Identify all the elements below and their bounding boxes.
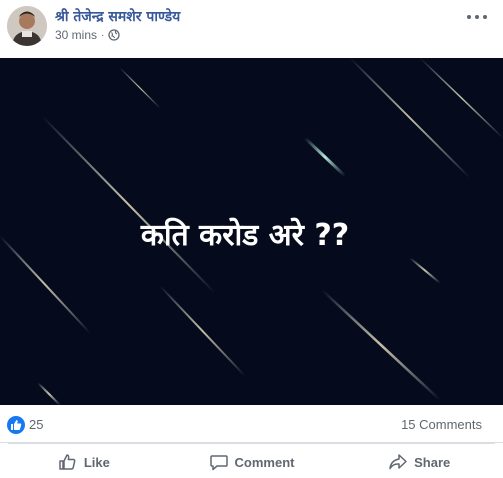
post-time[interactable]: 30 mins — [55, 28, 97, 42]
like-button[interactable]: Like — [0, 446, 168, 478]
like-icon — [59, 454, 76, 470]
post-header: श्री तेजेन्द्र समशेर पाण्डेय 30 mins · — [0, 0, 503, 58]
more-options-icon[interactable] — [467, 10, 487, 24]
globe-icon[interactable] — [108, 29, 121, 41]
share-label: Share — [414, 454, 451, 470]
post-meta: 30 mins · — [55, 28, 121, 42]
more-dot — [483, 15, 487, 19]
like-label: Like — [83, 454, 110, 470]
share-icon — [389, 454, 407, 470]
divider — [8, 443, 495, 444]
comments-count[interactable]: 15 Comments — [401, 417, 482, 432]
comment-button[interactable]: Comment — [168, 446, 336, 478]
author-avatar[interactable] — [7, 6, 47, 46]
more-dot — [475, 15, 479, 19]
image-caption-text: कति करोड अरे ?? — [140, 218, 350, 253]
share-button[interactable]: Share — [335, 446, 503, 478]
reaction-stats: 25 15 Comments — [0, 405, 503, 443]
like-count[interactable]: 25 — [29, 417, 43, 432]
meta-separator: · — [101, 29, 105, 41]
thumbs-up-icon[interactable] — [7, 416, 25, 434]
action-bar: Like Comment Share — [0, 446, 503, 478]
comment-label: Comment — [234, 454, 295, 470]
post-card: श्री तेजेन्द्र समशेर पाण्डेय 30 mins · क… — [0, 0, 503, 478]
more-dot — [467, 15, 471, 19]
post-image[interactable]: कति करोड अरे ?? — [0, 58, 503, 405]
comment-icon — [209, 455, 228, 471]
author-name[interactable]: श्री तेजेन्द्र समशेर पाण्डेय — [55, 7, 180, 26]
